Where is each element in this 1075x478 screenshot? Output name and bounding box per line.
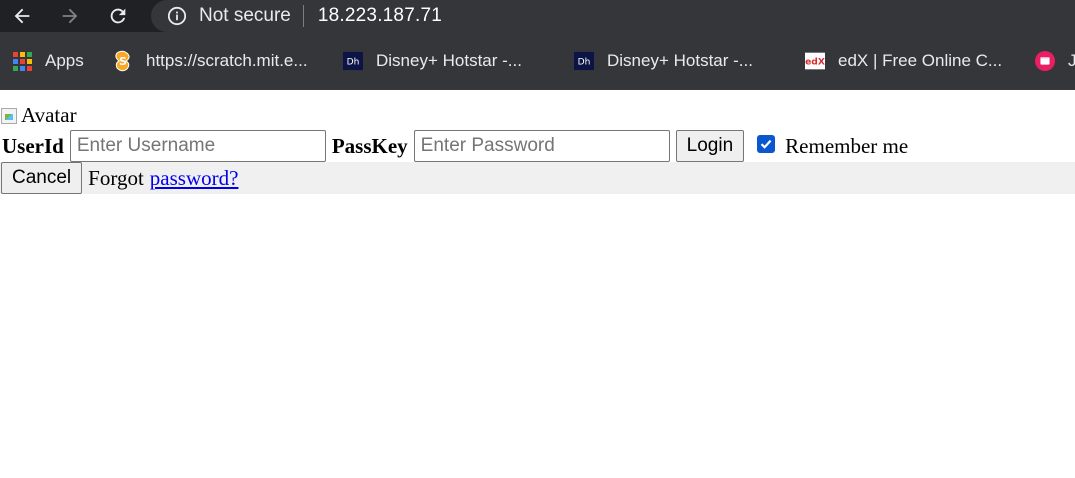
bookmark-edx[interactable]: edX edX | Free Online C...	[805, 50, 1002, 72]
password-input[interactable]	[413, 130, 670, 162]
checkmark-icon	[760, 139, 772, 149]
address-bar[interactable]: Not secure 18.223.187.71	[151, 0, 1075, 32]
bookmark-hotstar-2[interactable]: Dh Disney+ Hotstar -...	[574, 50, 753, 72]
bookmark-apps[interactable]: Apps	[12, 50, 84, 72]
bookmark-calendar[interactable]: J	[1035, 50, 1075, 72]
username-input[interactable]	[69, 130, 326, 162]
svg-text:Dh: Dh	[578, 58, 591, 68]
bookmark-label: Disney+ Hotstar -...	[607, 51, 753, 70]
edx-icon: edX	[805, 51, 825, 71]
passkey-label: PassKey	[331, 133, 408, 158]
info-icon[interactable]	[167, 6, 187, 26]
apps-grid-icon	[12, 51, 32, 71]
bookmark-scratch[interactable]: S https://scratch.mit.e...	[113, 50, 308, 72]
url-text[interactable]: 18.223.187.71	[318, 5, 442, 27]
forgot-password-link[interactable]: password?	[150, 166, 239, 191]
reload-icon	[110, 8, 126, 24]
security-label[interactable]: Not secure	[199, 5, 291, 27]
cancel-button[interactable]: Cancel	[1, 162, 83, 194]
login-button[interactable]: Login	[675, 130, 745, 162]
arrow-right-icon	[62, 8, 78, 24]
omnibox-divider	[302, 5, 304, 27]
forgot-text: Forgot	[88, 165, 144, 190]
svg-text:S: S	[119, 55, 127, 68]
remember-me-checkbox[interactable]	[757, 135, 776, 153]
forward-button[interactable]	[53, 0, 87, 32]
bookmark-hotstar-1[interactable]: Dh Disney+ Hotstar -...	[343, 50, 522, 72]
login-form-row: UserId PassKey Login Remember me	[0, 130, 908, 162]
arrow-left-icon	[14, 8, 30, 24]
form-footer: Cancel Forgot password?	[0, 162, 1075, 194]
scratch-icon: S	[113, 50, 133, 72]
page-content: Avatar UserId PassKey Login Remember me …	[0, 90, 1075, 478]
bookmark-label: Apps	[45, 51, 84, 70]
svg-text:edX: edX	[805, 56, 825, 67]
svg-text:Dh: Dh	[347, 58, 360, 68]
hotstar-icon: Dh	[343, 51, 363, 71]
userid-label: UserId	[2, 133, 64, 158]
hotstar-icon: Dh	[574, 51, 594, 71]
bookmark-label: Disney+ Hotstar -...	[376, 51, 522, 70]
bookmark-label: https://scratch.mit.e...	[146, 51, 308, 70]
browser-toolbar: Not secure 18.223.187.71	[0, 0, 1075, 32]
bookmark-label: J	[1068, 51, 1075, 70]
reload-button[interactable]	[101, 0, 135, 32]
broken-image-icon	[1, 107, 17, 124]
calendar-icon	[1035, 51, 1055, 71]
avatar-alt-text: Avatar	[21, 103, 77, 127]
bookmark-label: edX | Free Online C...	[838, 51, 1003, 70]
avatar-image: Avatar	[1, 103, 77, 128]
back-button[interactable]	[5, 0, 39, 32]
remember-me-label[interactable]: Remember me	[785, 134, 908, 159]
bookmarks-bar: Apps S https://scratch.mit.e... Dh Disne…	[0, 32, 1075, 90]
